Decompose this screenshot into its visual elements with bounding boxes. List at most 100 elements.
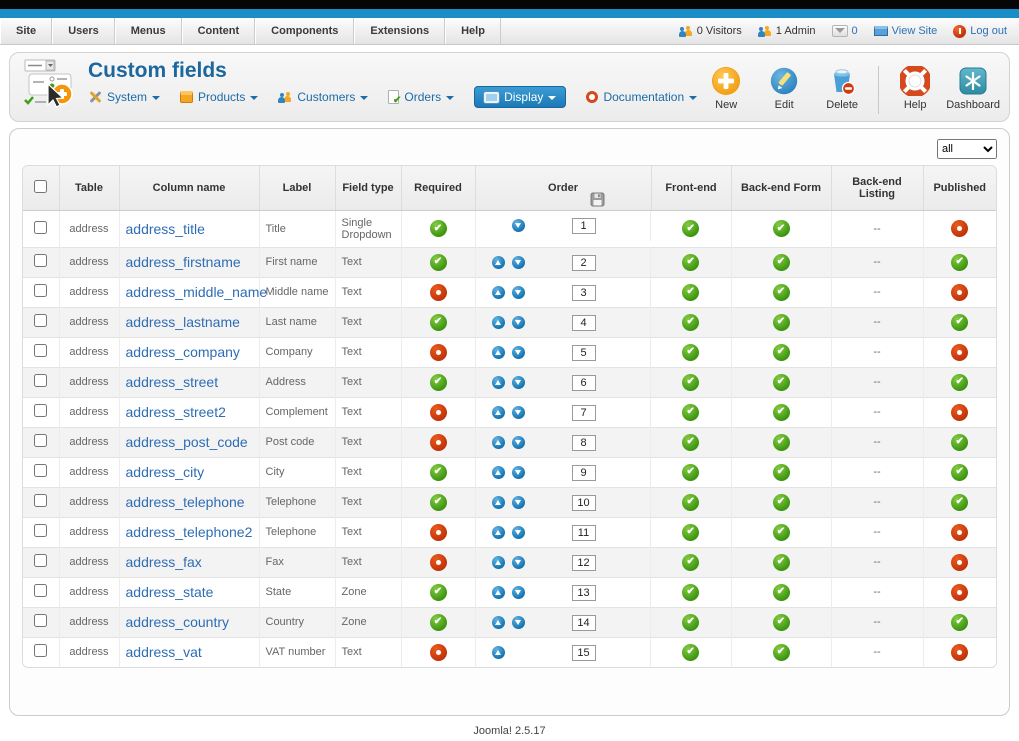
order-input[interactable] — [572, 345, 596, 361]
submenu-products[interactable]: Products — [180, 90, 258, 104]
messages-status[interactable]: 0 — [832, 25, 858, 37]
order-input[interactable] — [572, 285, 596, 301]
move-down-icon[interactable] — [512, 316, 525, 329]
column-name-link[interactable]: address_title — [126, 221, 205, 237]
visitors-status[interactable]: 0 Visitors — [679, 25, 742, 37]
column-name-link[interactable]: address_street — [126, 374, 219, 390]
move-up-icon[interactable] — [492, 496, 505, 509]
required-disabled-icon[interactable] — [430, 404, 447, 421]
order-input[interactable] — [572, 315, 596, 331]
front-end-enabled-icon[interactable] — [682, 314, 699, 331]
order-input[interactable] — [572, 495, 596, 511]
back-end-form-enabled-icon[interactable] — [773, 494, 790, 511]
move-down-icon[interactable] — [512, 346, 525, 359]
row-checkbox[interactable] — [34, 584, 47, 597]
move-down-icon[interactable] — [512, 466, 525, 479]
required-disabled-icon[interactable] — [430, 644, 447, 661]
required-disabled-icon[interactable] — [430, 284, 447, 301]
admins-status[interactable]: 1 Admin — [758, 25, 816, 37]
submenu-system[interactable]: System — [88, 90, 160, 104]
move-up-icon[interactable] — [492, 556, 505, 569]
view-site-link[interactable]: View Site — [874, 25, 938, 37]
order-input[interactable] — [572, 435, 596, 451]
list-limit-select[interactable]: all — [937, 139, 997, 159]
order-input[interactable] — [572, 255, 596, 271]
move-up-icon[interactable] — [492, 616, 505, 629]
order-input[interactable] — [572, 405, 596, 421]
move-up-icon[interactable] — [492, 256, 505, 269]
front-end-enabled-icon[interactable] — [682, 584, 699, 601]
published-enabled-icon[interactable] — [951, 314, 968, 331]
column-name-link[interactable]: address_fax — [126, 554, 202, 570]
published-disabled-icon[interactable] — [951, 644, 968, 661]
published-disabled-icon[interactable] — [951, 554, 968, 571]
required-enabled-icon[interactable] — [430, 254, 447, 271]
row-checkbox[interactable] — [34, 554, 47, 567]
required-disabled-icon[interactable] — [430, 344, 447, 361]
column-name-link[interactable]: address_lastname — [126, 314, 240, 330]
back-end-form-enabled-icon[interactable] — [773, 614, 790, 631]
column-name-link[interactable]: address_telephone2 — [126, 524, 253, 540]
back-end-form-enabled-icon[interactable] — [773, 464, 790, 481]
menubar-item-users[interactable]: Users — [52, 18, 115, 44]
order-input[interactable] — [572, 375, 596, 391]
front-end-enabled-icon[interactable] — [682, 220, 699, 237]
move-down-icon[interactable] — [512, 286, 525, 299]
menubar-item-components[interactable]: Components — [255, 18, 354, 44]
move-down-icon[interactable] — [512, 496, 525, 509]
column-name-link[interactable]: address_middle_name — [126, 284, 268, 300]
required-disabled-icon[interactable] — [430, 524, 447, 541]
move-down-icon[interactable] — [512, 406, 525, 419]
published-disabled-icon[interactable] — [951, 584, 968, 601]
column-name-link[interactable]: address_city — [126, 464, 205, 480]
order-input[interactable] — [572, 218, 596, 234]
published-disabled-icon[interactable] — [951, 404, 968, 421]
required-disabled-icon[interactable] — [430, 554, 447, 571]
move-up-icon[interactable] — [492, 436, 505, 449]
menubar-item-site[interactable]: Site — [0, 18, 52, 44]
order-input[interactable] — [572, 465, 596, 481]
menubar-item-menus[interactable]: Menus — [115, 18, 182, 44]
submenu-display[interactable]: Display — [474, 86, 566, 108]
move-down-icon[interactable] — [512, 616, 525, 629]
row-checkbox[interactable] — [34, 374, 47, 387]
order-input[interactable] — [572, 585, 596, 601]
submenu-documentation[interactable]: Documentation — [586, 90, 697, 104]
column-name-link[interactable]: address_firstname — [126, 254, 241, 270]
column-name-link[interactable]: address_post_code — [126, 434, 248, 450]
published-enabled-icon[interactable] — [951, 434, 968, 451]
dashboard-button[interactable]: Dashboard — [944, 66, 1002, 111]
move-up-icon[interactable] — [492, 526, 505, 539]
back-end-form-enabled-icon[interactable] — [773, 644, 790, 661]
new-button[interactable]: New — [697, 66, 755, 111]
order-input[interactable] — [572, 615, 596, 631]
required-enabled-icon[interactable] — [430, 494, 447, 511]
move-up-icon[interactable] — [492, 346, 505, 359]
delete-button[interactable]: Delete — [813, 66, 871, 111]
front-end-enabled-icon[interactable] — [682, 494, 699, 511]
required-enabled-icon[interactable] — [430, 314, 447, 331]
submenu-customers[interactable]: Customers — [278, 90, 368, 104]
select-all-checkbox[interactable] — [34, 180, 47, 193]
back-end-form-enabled-icon[interactable] — [773, 374, 790, 391]
move-down-icon[interactable] — [512, 219, 525, 232]
front-end-enabled-icon[interactable] — [682, 434, 699, 451]
column-name-link[interactable]: address_street2 — [126, 404, 226, 420]
row-checkbox[interactable] — [34, 284, 47, 297]
published-disabled-icon[interactable] — [951, 524, 968, 541]
published-disabled-icon[interactable] — [951, 344, 968, 361]
front-end-enabled-icon[interactable] — [682, 284, 699, 301]
published-enabled-icon[interactable] — [951, 254, 968, 271]
required-enabled-icon[interactable] — [430, 374, 447, 391]
menubar-item-help[interactable]: Help — [445, 18, 501, 44]
front-end-enabled-icon[interactable] — [682, 404, 699, 421]
move-down-icon[interactable] — [512, 436, 525, 449]
move-up-icon[interactable] — [492, 406, 505, 419]
published-disabled-icon[interactable] — [951, 220, 968, 237]
required-disabled-icon[interactable] — [430, 434, 447, 451]
front-end-enabled-icon[interactable] — [682, 344, 699, 361]
move-down-icon[interactable] — [512, 526, 525, 539]
column-name-link[interactable]: address_telephone — [126, 494, 245, 510]
row-checkbox[interactable] — [34, 254, 47, 267]
log-out-link[interactable]: Log out — [953, 25, 1007, 38]
